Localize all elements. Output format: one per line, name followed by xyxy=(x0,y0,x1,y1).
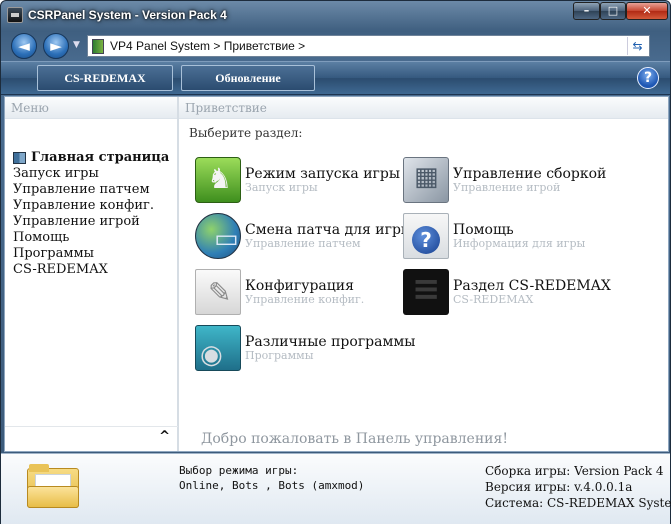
tile-title: Различные программы xyxy=(245,334,416,350)
welcome-message: Добро пожаловать в Панель управления! xyxy=(201,431,508,447)
sidebar-item-game[interactable]: Управление игрой xyxy=(13,214,173,230)
folder-icon xyxy=(27,464,79,508)
cs-redemax-icon xyxy=(403,269,449,315)
globe-icon xyxy=(195,213,241,259)
update-button[interactable]: Обновление xyxy=(181,65,315,91)
toolbar: CS-REDEMAX Обновление ? xyxy=(1,61,670,95)
breadcrumb: VP4 Panel System > Приветствие > xyxy=(110,39,306,53)
window-title: CSRPanel System - Version Pack 4 xyxy=(28,8,227,22)
help-document-icon xyxy=(403,213,449,259)
close-button[interactable]: ✕ xyxy=(626,2,668,20)
status-info: Сборка игры: Version Pack 4 Версия игры:… xyxy=(485,463,671,511)
tile-title: Раздел CS-REDEMAX xyxy=(453,278,611,294)
soldier-icon xyxy=(195,157,241,203)
sidebar-item-config[interactable]: Управление конфиг. xyxy=(13,198,173,214)
sidebar-item-launch[interactable]: Запуск игры xyxy=(13,166,173,182)
pane-divider[interactable] xyxy=(177,97,179,451)
maximize-button[interactable]: □ xyxy=(600,2,626,20)
tile-title: Режим запуска игры xyxy=(245,166,400,182)
tile-title: Конфигурация xyxy=(245,278,354,294)
config-icon xyxy=(195,269,241,315)
minimize-button[interactable]: – xyxy=(573,2,600,20)
sidebar-item-label: Главная страница xyxy=(31,150,170,165)
tile-assembly[interactable]: Управление сборкой Управление игрой xyxy=(403,157,623,205)
sidebar-item-programs[interactable]: Программы xyxy=(13,246,173,262)
app-icon xyxy=(7,7,23,23)
history-dropdown-icon[interactable]: ▼ xyxy=(73,40,80,50)
tile-subtitle: Управление патчем xyxy=(245,237,361,250)
section-header: Приветствие xyxy=(179,97,668,119)
tile-patch[interactable]: Смена патча для игры Управление патчем xyxy=(195,213,415,261)
choose-section-label: Выберите раздел: xyxy=(189,126,303,140)
tile-subtitle: Управление конфиг. xyxy=(245,293,365,306)
tile-subtitle: CS-REDEMAX xyxy=(453,293,534,306)
sidebar-item-patch[interactable]: Управление патчем xyxy=(13,182,173,198)
tile-programs[interactable]: Различные программы Программы xyxy=(195,325,415,373)
panel-icon xyxy=(92,39,104,54)
assembly-icon xyxy=(403,157,449,203)
tile-cs-redemax[interactable]: Раздел CS-REDEMAX CS-REDEMAX xyxy=(403,269,623,317)
back-button[interactable]: ◄ xyxy=(11,33,37,59)
tile-title: Смена патча для игры xyxy=(245,222,413,238)
status-description: Выбор режима игры: Online, Bots , Bots (… xyxy=(179,463,364,493)
version-info: Версия игры: v.4.0.0.1a xyxy=(485,480,633,494)
tile-help[interactable]: Помощь Информация для игры xyxy=(403,213,623,261)
title-bar[interactable]: CSRPanel System - Version Pack 4 – □ ✕ xyxy=(1,1,670,31)
sidebar-item-cs-redemax[interactable]: CS-REDEMAX xyxy=(13,262,173,278)
tile-title: Управление сборкой xyxy=(453,166,607,182)
window-frame: CSRPanel System - Version Pack 4 – □ ✕ ◄… xyxy=(0,0,671,524)
forward-button[interactable]: ► xyxy=(43,33,69,59)
address-row: ◄ ► ▼ VP4 Panel System > Приветствие > ⇆ xyxy=(1,31,670,61)
system-info: Система: CS-REDEMAX System xyxy=(485,496,671,510)
refresh-icon[interactable]: ⇆ xyxy=(627,37,647,55)
tile-subtitle: Программы xyxy=(245,349,314,362)
sidebar-item-help[interactable]: Помощь xyxy=(13,230,173,246)
help-icon[interactable]: ? xyxy=(637,67,659,89)
tile-config[interactable]: Конфигурация Управление конфиг. xyxy=(195,269,415,317)
status-line: Выбор режима игры: xyxy=(179,464,299,477)
tile-subtitle: Управление игрой xyxy=(453,181,561,194)
cs-redemax-button[interactable]: CS-REDEMAX xyxy=(37,65,173,91)
sidebar-item-home[interactable]: Главная страница xyxy=(13,150,173,166)
sidebar-menu: Главная страница Запуск игры Управление … xyxy=(13,150,173,278)
status-line: Online, Bots , Bots (amxmod) xyxy=(179,479,365,492)
tile-title: Помощь xyxy=(453,222,514,238)
tile-launch-mode[interactable]: Режим запуска игры Запуск игры xyxy=(195,157,415,205)
tile-subtitle: Запуск игры xyxy=(245,181,318,194)
status-bar: Выбор режима игры: Online, Bots , Bots (… xyxy=(1,453,671,524)
menu-footer: ^ xyxy=(5,426,178,451)
address-bar[interactable]: VP4 Panel System > Приветствие > ⇆ xyxy=(87,35,650,57)
book-icon xyxy=(13,152,26,164)
disc-icon xyxy=(195,325,241,371)
collapse-icon[interactable]: ^ xyxy=(159,429,170,444)
content-area: Меню Приветствие Главная страница Запуск… xyxy=(4,96,669,452)
build-info: Сборка игры: Version Pack 4 xyxy=(485,464,664,478)
menu-header: Меню xyxy=(5,97,178,119)
tile-subtitle: Информация для игры xyxy=(453,237,586,250)
